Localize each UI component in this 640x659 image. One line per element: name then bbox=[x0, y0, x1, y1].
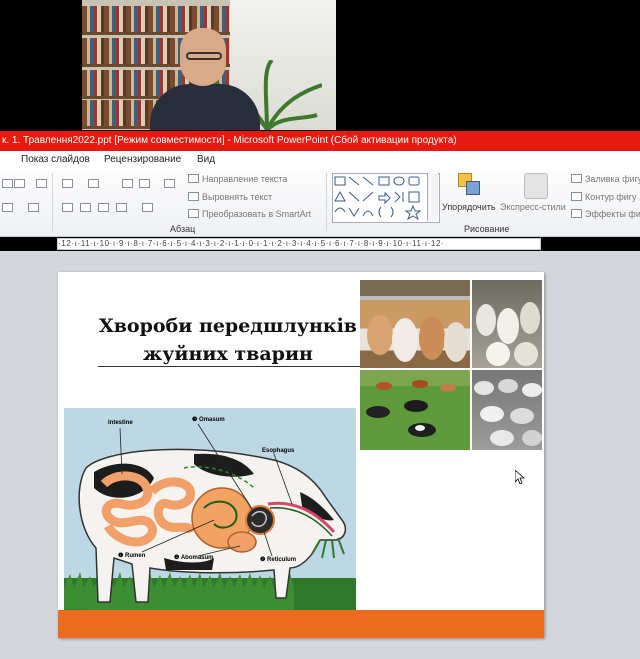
ribbon-tabs: Показ слайдов Рецензирование Вид bbox=[0, 151, 640, 169]
label-intestine: Intestine bbox=[108, 420, 133, 426]
shape-outline-icon bbox=[571, 192, 582, 201]
label-rumen: ❶ Rumen bbox=[118, 553, 146, 559]
slide-footer-bar bbox=[58, 610, 544, 638]
align-right-icon[interactable] bbox=[98, 203, 109, 212]
separator bbox=[52, 173, 53, 231]
slide-canvas[interactable]: Хвороби передшлунків жуйних тварин Intes… bbox=[58, 272, 544, 638]
window-title-bar: к. 1. Травлення2022.ppt [Режим совместим… bbox=[0, 131, 640, 151]
smartart-icon bbox=[188, 209, 199, 218]
window-title: к. 1. Травлення2022.ppt [Режим совместим… bbox=[2, 135, 457, 146]
shape-fill-button[interactable]: Заливка фигу bbox=[585, 174, 640, 184]
livestock-photo-grid bbox=[360, 280, 542, 450]
shape-outline-button[interactable]: Контур фигу bbox=[585, 192, 637, 202]
bookshelf-row bbox=[82, 6, 252, 35]
convert-smartart-button[interactable]: Преобразовать в SmartArt bbox=[202, 209, 311, 219]
clear-format-icon[interactable] bbox=[36, 179, 47, 188]
paragraph-group-label: Абзац bbox=[170, 224, 196, 234]
shape-fill-icon bbox=[571, 174, 582, 183]
align-text-button[interactable]: Выровнять текст bbox=[202, 192, 272, 202]
font-color-icon[interactable] bbox=[28, 203, 39, 212]
tab-review[interactable]: Рецензирование bbox=[104, 151, 181, 169]
title-line-2: жуйних тварин bbox=[143, 343, 313, 365]
font-size-down-icon[interactable] bbox=[14, 179, 25, 188]
arrange-button[interactable]: Упорядочить bbox=[442, 202, 496, 212]
bullets-icon[interactable] bbox=[62, 179, 73, 188]
label-esophagus: Esophagus bbox=[262, 448, 295, 454]
quick-styles-button[interactable]: Экспресс-стили bbox=[500, 202, 566, 212]
columns-icon[interactable] bbox=[142, 203, 153, 212]
cow-digestive-diagram: Intestine ❸ Omasum Esophagus ❶ Rumen ❹ A… bbox=[64, 408, 356, 616]
quick-styles-icon bbox=[524, 173, 548, 199]
shape-effects-icon bbox=[571, 209, 582, 218]
title-underline bbox=[98, 366, 400, 367]
ribbon: Направление текста Выровнять текст Преоб… bbox=[0, 169, 640, 237]
ruler-scale: ·12·ı·11·ı·10·ı·9·ı·8·ı·7·ı·6·ı·5·ı·4·ı·… bbox=[58, 239, 445, 248]
align-left-icon[interactable] bbox=[62, 203, 73, 212]
cows-feeding-photo bbox=[360, 280, 470, 368]
increase-indent-icon[interactable] bbox=[139, 179, 150, 188]
justify-icon[interactable] bbox=[116, 203, 127, 212]
numbering-icon[interactable] bbox=[88, 179, 99, 188]
text-direction-icon bbox=[188, 174, 199, 183]
person-torso bbox=[150, 84, 260, 130]
horizontal-ruler[interactable]: ·12·ı·11·ı·10·ı·9·ı·8·ı·7·ı·6·ı·5·ı·4·ı·… bbox=[57, 238, 541, 250]
drawing-group-label: Рисование bbox=[464, 224, 510, 234]
decrease-indent-icon[interactable] bbox=[122, 179, 133, 188]
slide-title[interactable]: Хвороби передшлунків жуйних тварин bbox=[92, 312, 364, 368]
arrange-icon bbox=[458, 173, 480, 195]
mouse-cursor-icon bbox=[515, 470, 525, 484]
title-line-1: Хвороби передшлунків bbox=[98, 315, 357, 337]
goats-photo bbox=[472, 280, 542, 368]
char-spacing-icon[interactable] bbox=[2, 203, 13, 212]
separator bbox=[326, 173, 327, 231]
tab-slide-show[interactable]: Показ слайдов bbox=[21, 151, 90, 169]
text-direction-button[interactable]: Направление текста bbox=[202, 174, 287, 184]
cattle-pasture-photo bbox=[360, 370, 470, 450]
align-center-icon[interactable] bbox=[80, 203, 91, 212]
shapes-icons bbox=[334, 176, 422, 221]
shapes-gallery[interactable] bbox=[332, 173, 440, 223]
cow-illustration bbox=[64, 423, 356, 616]
tab-view[interactable]: Вид bbox=[197, 151, 215, 169]
shape-effects-button[interactable]: Эффекты фи bbox=[585, 209, 640, 219]
line-spacing-icon[interactable] bbox=[164, 179, 175, 188]
align-text-icon bbox=[188, 192, 199, 201]
sheep-flock-photo bbox=[472, 370, 542, 450]
gallery-scroll[interactable] bbox=[427, 173, 438, 221]
glasses bbox=[186, 52, 222, 60]
font-size-up-icon[interactable] bbox=[2, 179, 13, 188]
label-reticulum: ❷ Reticulum bbox=[260, 557, 297, 563]
label-omasum: ❸ Omasum bbox=[192, 417, 225, 423]
label-abomasum: ❹ Abomasum bbox=[174, 555, 214, 561]
